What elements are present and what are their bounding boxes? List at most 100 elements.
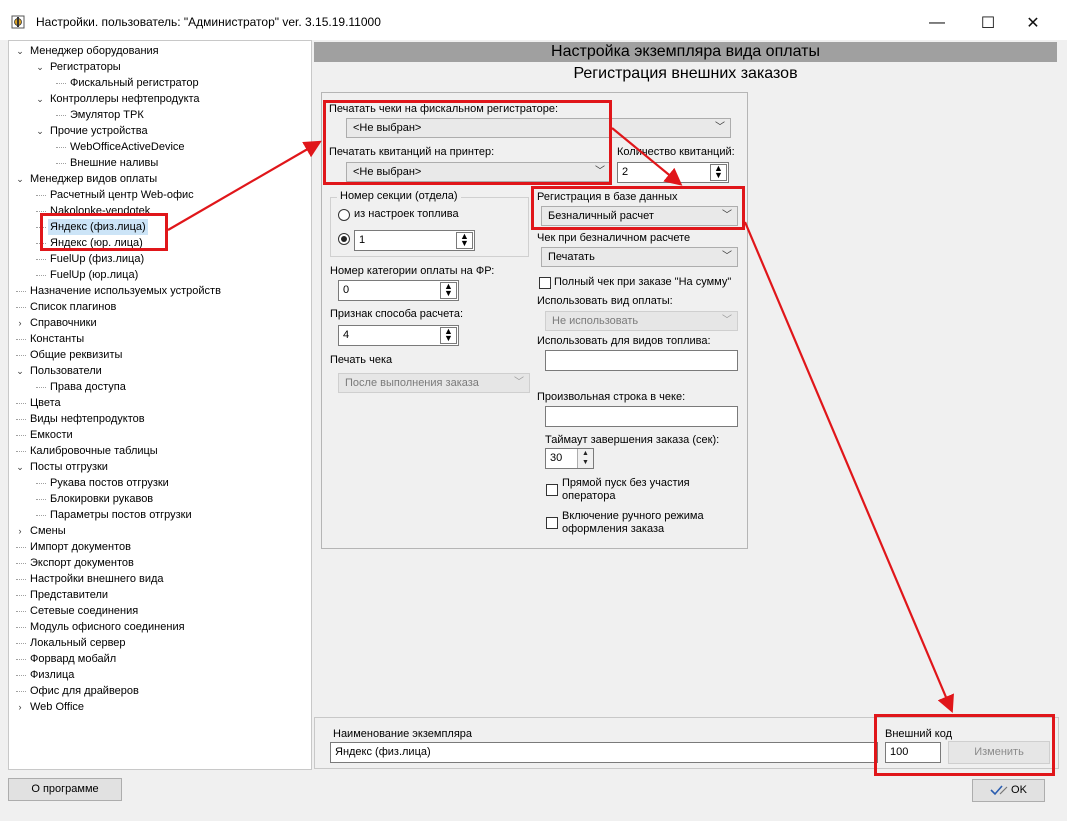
tree-connector — [36, 483, 46, 484]
tree-item[interactable]: Модуль офисного соединения — [9, 619, 309, 635]
chevron-down-icon[interactable]: ⌄ — [35, 91, 45, 107]
tree-item[interactable]: Назначение используемых устройств — [9, 283, 309, 299]
tree-item[interactable]: Цвета — [9, 395, 309, 411]
tree-item[interactable]: Экспорт документов — [9, 555, 309, 571]
edit-spin-icon[interactable]: ▲ ▼ — [456, 232, 473, 249]
chevron-down-icon[interactable]: ⌄ — [15, 363, 25, 379]
timeout-input[interactable]: 30 ▲ ▼ — [545, 448, 594, 469]
tree-item[interactable]: ⌄ Менеджер оборудования — [9, 43, 309, 59]
chevron-down-icon[interactable]: ⌄ — [35, 59, 45, 75]
tree-item[interactable]: Импорт документов — [9, 539, 309, 555]
payment-category-input[interactable]: 0 ▲ ▼ — [338, 280, 459, 301]
cashless-receipt-select[interactable]: Печатать ﹀ — [541, 247, 738, 267]
tree-item[interactable]: Общие реквизиты — [9, 347, 309, 363]
arrow-down-icon[interactable]: ▼ — [578, 458, 593, 467]
tree-item[interactable]: Офис для драйверов — [9, 683, 309, 699]
arrow-up-icon[interactable]: ▲ — [578, 449, 593, 458]
tree-item[interactable]: Калибровочные таблицы — [9, 443, 309, 459]
ok-button[interactable]: OK — [972, 779, 1045, 802]
print-receipt-value: После выполнения заказа — [345, 377, 479, 389]
tree-item[interactable]: Параметры постов отгрузки — [9, 507, 309, 523]
chevron-right-icon[interactable]: › — [15, 699, 25, 715]
chevron-down-icon[interactable]: ⌄ — [15, 459, 25, 475]
tree-item[interactable]: Фискальный регистратор — [9, 75, 309, 91]
use-payment-type-select[interactable]: Не использовать ﹀ — [545, 311, 738, 331]
print-receipt-select[interactable]: После выполнения заказа ﹀ — [338, 373, 530, 393]
tree-connector — [36, 211, 46, 212]
close-button[interactable]: ✕ — [1011, 8, 1055, 38]
tree-item[interactable]: Блокировки рукавов — [9, 491, 309, 507]
tree-item[interactable]: ⌄ Пользователи — [9, 363, 309, 379]
tree-connector — [36, 515, 46, 516]
full-receipt-checkbox[interactable] — [539, 277, 551, 289]
tree-item[interactable]: Внешние наливы — [9, 155, 309, 171]
section-number-input[interactable]: 1 ▲ ▼ — [354, 230, 475, 251]
use-for-fuel-input[interactable] — [545, 350, 738, 371]
tree-item[interactable]: ⌄ Менеджер видов оплаты — [9, 171, 309, 187]
tree-item[interactable]: Константы — [9, 331, 309, 347]
settings-tree[interactable]: ⌄ Менеджер оборудования ⌄ Регистраторы Фиска… — [8, 40, 312, 770]
tree-item[interactable]: ⌄ Контроллеры нефтепродукта — [9, 91, 309, 107]
tree-item-label: Физлица — [30, 669, 75, 681]
cashless-receipt-label: Чек при безналичном расчете — [537, 232, 691, 244]
tree-item[interactable]: ⌄ Прочие устройства — [9, 123, 309, 139]
tree-item[interactable]: WebOfficeActiveDevice — [9, 139, 309, 155]
section-number-value: 1 — [359, 234, 366, 246]
arrow-db-to-external-code — [743, 221, 954, 714]
tree-item[interactable]: › Смены — [9, 523, 309, 539]
manual-mode-checkbox[interactable] — [546, 517, 558, 529]
chevron-down-icon[interactable]: ⌄ — [15, 43, 25, 59]
tree-item[interactable]: Емкости — [9, 427, 309, 443]
tree-item[interactable]: Права доступа — [9, 379, 309, 395]
tree-item[interactable]: Расчетный центр Web-офис — [9, 187, 309, 203]
timeout-updown[interactable]: ▲ ▼ — [577, 449, 593, 468]
tree-item[interactable]: ⌄ Посты отгрузки — [9, 459, 309, 475]
tree-item[interactable]: Список плагинов — [9, 299, 309, 315]
tree-item[interactable]: › Справочники — [9, 315, 309, 331]
page-title: Настройка экземпляра вида оплаты — [314, 42, 1057, 62]
section-radio-custom[interactable] — [338, 233, 350, 245]
chevron-down-icon[interactable]: ⌄ — [15, 171, 25, 187]
receipt-count-input[interactable]: 2 ▲ ▼ — [617, 162, 729, 183]
use-payment-type-value: Не использовать — [552, 315, 639, 327]
tree-item-label: Представители — [30, 589, 109, 601]
direct-start-checkbox[interactable] — [546, 484, 558, 496]
tree-item[interactable]: ⌄ Регистраторы — [9, 59, 309, 75]
section-group-title: Номер секции (отдела) — [337, 190, 461, 202]
tree-item[interactable]: Физлица — [9, 667, 309, 683]
tree-item-label: Рукава постов отгрузки — [50, 477, 169, 489]
tree-item[interactable]: Настройки внешнего вида — [9, 571, 309, 587]
tree-item-label: Настройки внешнего вида — [30, 573, 164, 585]
tree-item[interactable]: Локальный сервер — [9, 635, 309, 651]
about-button[interactable]: О программе — [8, 778, 122, 801]
minimize-button[interactable]: — — [915, 8, 959, 38]
tree-item-label: Параметры постов отгрузки — [50, 509, 192, 521]
tree-connector — [16, 419, 26, 420]
chevron-right-icon[interactable]: › — [15, 523, 25, 539]
tree-item[interactable]: Форвард мобайл — [9, 651, 309, 667]
edit-spin-icon[interactable]: ▲ ▼ — [440, 327, 457, 344]
section-radio-from-fuel[interactable] — [338, 209, 350, 221]
tree-item[interactable]: Эмулятор ТРК — [9, 107, 309, 123]
edit-spin-icon[interactable]: ▲ ▼ — [710, 164, 727, 181]
tree-item[interactable]: › Web Office — [9, 699, 309, 715]
maximize-button[interactable]: ☐ — [966, 8, 1010, 38]
tree-item[interactable]: FuelUp (физ.лица) — [9, 251, 309, 267]
instance-name-input[interactable]: Яндекс (физ.лица) — [330, 742, 878, 763]
payment-method-input[interactable]: 4 ▲ ▼ — [338, 325, 459, 346]
custom-line-input[interactable] — [545, 406, 738, 427]
tree-item-label: FuelUp (юр.лица) — [50, 269, 139, 281]
chevron-down-icon: ﹀ — [722, 315, 732, 326]
tree-item[interactable]: Виды нефтепродуктов — [9, 411, 309, 427]
tree-item[interactable]: Сетевые соединения — [9, 603, 309, 619]
manual-mode-label: Включение ручного режима — [562, 510, 704, 522]
tree-item-label: Права доступа — [50, 381, 126, 393]
chevron-down-icon[interactable]: ⌄ — [35, 123, 45, 139]
tree-item[interactable]: Представители — [9, 587, 309, 603]
tree-item[interactable]: Рукава постов отгрузки — [9, 475, 309, 491]
print-receipt-label: Печать чека — [330, 354, 393, 366]
chevron-right-icon[interactable]: › — [15, 315, 25, 331]
tree-item[interactable]: FuelUp (юр.лица) — [9, 267, 309, 283]
chevron-down-icon: ﹀ — [715, 122, 725, 133]
edit-spin-icon[interactable]: ▲ ▼ — [440, 282, 457, 299]
